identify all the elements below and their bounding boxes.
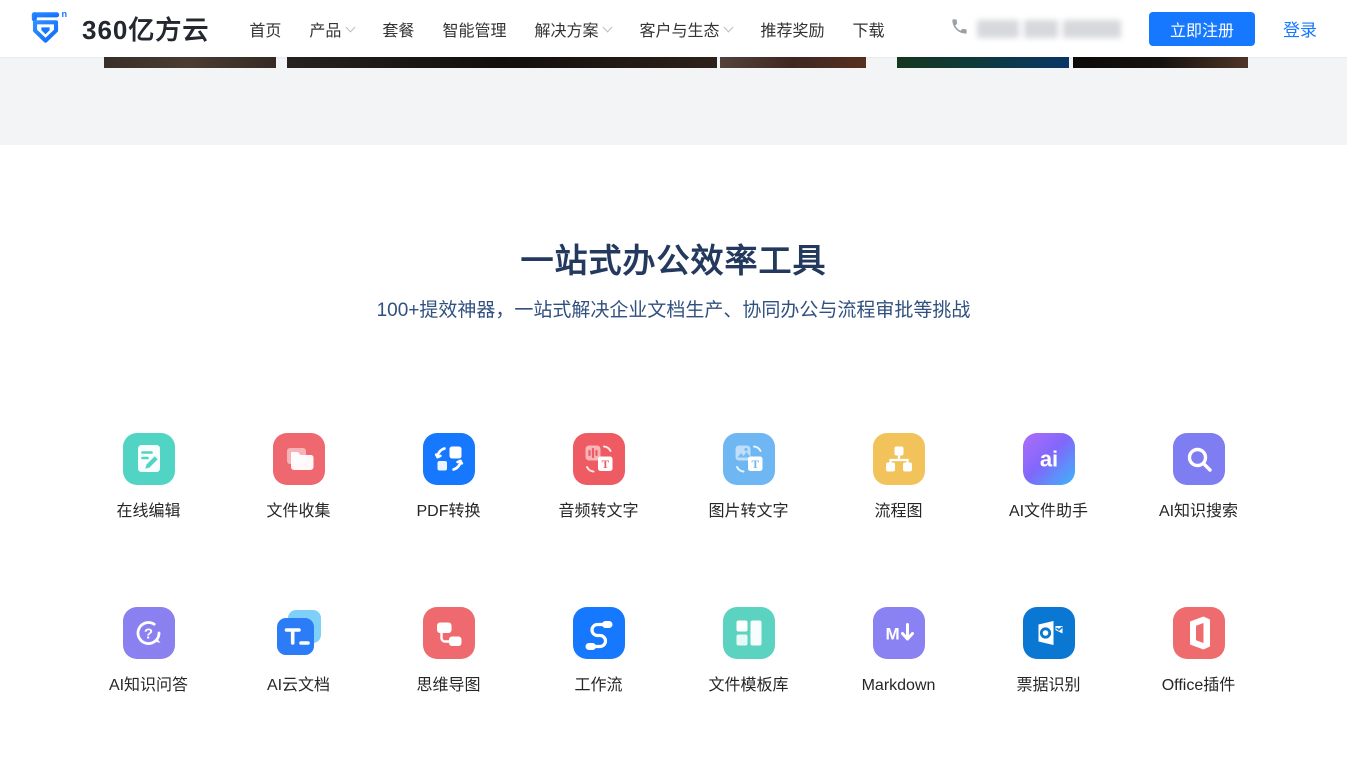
tool-item-12[interactable]: 文件模板库 (674, 607, 824, 697)
tool-item-14[interactable]: 票据识别 (974, 607, 1124, 697)
carousel-image-fragment-2 (720, 57, 866, 68)
tool-label: 流程图 (874, 501, 922, 523)
convert-icon (423, 433, 475, 485)
nav-item-label: 解决方案 (534, 17, 598, 41)
svg-text:ai: ai (1039, 447, 1057, 472)
nav-item-5[interactable]: 客户与生态 (639, 17, 732, 41)
receipt-outlook-icon (1023, 607, 1075, 659)
tool-item-7[interactable]: AI知识搜索 (1124, 433, 1274, 523)
tool-item-0[interactable]: 在线编辑 (74, 433, 224, 523)
tool-label: 票据识别 (1016, 675, 1080, 697)
ai-badge-icon: ai (1023, 433, 1075, 485)
svg-text:n: n (62, 9, 68, 19)
tool-label: AI文件助手 (1009, 501, 1088, 523)
tool-item-13[interactable]: M Markdown (824, 607, 974, 697)
tool-item-1[interactable]: 文件收集 (224, 433, 374, 523)
tool-item-15[interactable]: Office插件 (1124, 607, 1274, 697)
carousel-image-fragment-4 (1073, 57, 1248, 68)
svg-text:T: T (751, 459, 759, 471)
svg-text:T: T (601, 459, 609, 471)
image-to-text-icon: T (723, 433, 775, 485)
tool-label: 工作流 (574, 675, 622, 697)
phone-icon (950, 17, 969, 41)
nav-item-label: 首页 (249, 17, 281, 41)
site-logo[interactable]: n 360亿方云 (30, 6, 209, 51)
tool-item-11[interactable]: 工作流 (524, 607, 674, 697)
nav-item-label: 产品 (309, 17, 341, 41)
flowchart-icon (873, 433, 925, 485)
phone-number-redacted (977, 20, 1121, 38)
tools-grid: 在线编辑 文件收集 PDF转换 T 音频转文字 T 图片转文字 流程图 ai AI文件助手 AI知识… (74, 433, 1274, 781)
chevron-down-icon (346, 22, 356, 32)
hero-carousel-cutoff-band (0, 57, 1347, 145)
search-icon (1173, 433, 1225, 485)
markdown-icon: M (873, 607, 925, 659)
tool-item-10[interactable]: 思维导图 (374, 607, 524, 697)
nav-item-7[interactable]: 下载 (853, 17, 885, 41)
nav-item-1[interactable]: 产品 (309, 17, 354, 41)
tool-label: 音频转文字 (558, 501, 638, 523)
carousel-image-fragment-1 (287, 57, 717, 68)
section-subtitle: 100+提效神器，一站式解决企业文档生产、协同办公与流程审批等挑战 (0, 298, 1347, 324)
tool-label: AI云文档 (267, 675, 330, 697)
tool-item-3[interactable]: T 音频转文字 (524, 433, 674, 523)
login-link[interactable]: 登录 (1283, 16, 1317, 41)
tool-item-8[interactable]: ? AI知识问答 (74, 607, 224, 697)
tool-item-6[interactable]: ai AI文件助手 (974, 433, 1124, 523)
top-navigation-bar: n 360亿方云 首页 产品 套餐 智能管理 解决方案 客户与生态 推荐奖励 下载 立即注册 … (0, 0, 1347, 57)
section-title: 一站式办公效率工具 (0, 145, 1347, 284)
header-right: 立即注册 登录 (950, 12, 1317, 46)
template-grid-icon (723, 607, 775, 659)
nav-item-label: 下载 (853, 17, 885, 41)
nav-item-6[interactable]: 推荐奖励 (760, 17, 824, 41)
tool-label: 文件模板库 (708, 675, 788, 697)
tool-label: 图片转文字 (708, 501, 788, 523)
office-icon (1173, 607, 1225, 659)
tool-item-4[interactable]: T 图片转文字 (674, 433, 824, 523)
tool-label: PDF转换 (416, 501, 480, 523)
tool-label: Office插件 (1162, 675, 1236, 697)
tool-label: AI知识搜索 (1159, 501, 1238, 523)
contact-phone (950, 17, 1121, 41)
audio-to-text-icon: T (573, 433, 625, 485)
doc-edit-icon (123, 433, 175, 485)
nav-item-4[interactable]: 解决方案 (534, 17, 611, 41)
workflow-icon (573, 607, 625, 659)
chevron-down-icon (603, 22, 613, 32)
qa-bubble-icon: ? (123, 607, 175, 659)
carousel-image-fragment-0 (104, 57, 276, 68)
tool-label: 在线编辑 (116, 501, 180, 523)
cloud-doc-icon (273, 607, 325, 659)
nav-item-0[interactable]: 首页 (249, 17, 281, 41)
nav-item-label: 推荐奖励 (760, 17, 824, 41)
tool-label: Markdown (862, 675, 936, 697)
site-logo-text: 360亿方云 (82, 10, 209, 47)
tool-item-9[interactable]: AI云文档 (224, 607, 374, 697)
chevron-down-icon (724, 22, 734, 32)
register-button[interactable]: 立即注册 (1149, 12, 1255, 46)
nav-item-label: 客户与生态 (639, 17, 719, 41)
nav-item-3[interactable]: 智能管理 (442, 17, 506, 41)
nav-item-label: 智能管理 (442, 17, 506, 41)
mindmap-icon (423, 607, 475, 659)
tool-label: 思维导图 (416, 675, 480, 697)
tools-section: 一站式办公效率工具 100+提效神器，一站式解决企业文档生产、协同办公与流程审批… (0, 145, 1347, 781)
carousel-image-fragment-3 (897, 57, 1069, 68)
tool-item-5[interactable]: 流程图 (824, 433, 974, 523)
yifangyun-shield-logo-icon: n (30, 6, 72, 51)
nav-item-2[interactable]: 套餐 (382, 17, 414, 41)
svg-text:M: M (885, 625, 899, 644)
svg-text:?: ? (143, 626, 152, 643)
tool-item-2[interactable]: PDF转换 (374, 433, 524, 523)
tool-label: AI知识问答 (109, 675, 188, 697)
tool-label: 文件收集 (266, 501, 330, 523)
main-nav: 首页 产品 套餐 智能管理 解决方案 客户与生态 推荐奖励 下载 (249, 17, 884, 41)
folder-icon (273, 433, 325, 485)
nav-item-label: 套餐 (382, 17, 414, 41)
